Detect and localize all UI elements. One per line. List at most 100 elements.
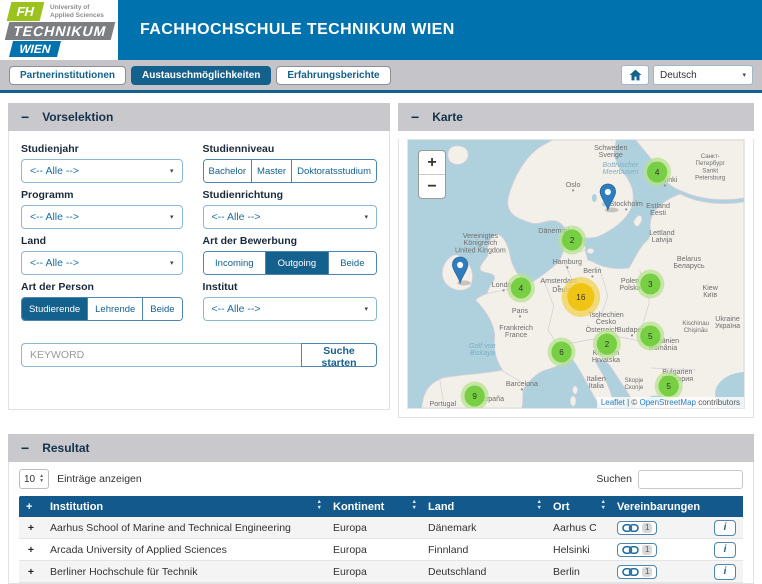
institution-cell: Arcada University of Applied Sciences — [43, 538, 326, 561]
column-label: Institution — [50, 500, 104, 513]
collapse-icon[interactable]: − — [21, 441, 29, 455]
info-button[interactable]: i — [714, 563, 736, 580]
karte-header[interactable]: − Karte — [398, 103, 754, 131]
agreements-count-badge: 1 — [642, 522, 653, 533]
map[interactable]: Schweden Sverige Санкт-Петербург Sankt Peter… — [407, 139, 745, 409]
chevron-down-icon: ▾ — [170, 260, 174, 267]
art_der_person-option[interactable]: Lehrende — [87, 298, 143, 320]
info-button[interactable]: i — [714, 541, 736, 558]
svg-text:16: 16 — [576, 292, 585, 302]
agreements-button[interactable]: 1 — [617, 542, 658, 557]
studienniveau-option[interactable]: Bachelor — [203, 160, 252, 182]
search-start-button[interactable]: Suche starten — [301, 343, 377, 369]
expand-row-button[interactable]: + — [19, 517, 43, 539]
studienniveau-label: Studienniveau — [202, 143, 275, 155]
zoom-out-button[interactable]: − — [419, 175, 445, 198]
map-cluster[interactable]: 5 — [636, 321, 665, 351]
studienniveau-option[interactable]: Doktoratsstudium — [291, 160, 376, 182]
land-cell: Dänemark — [421, 517, 546, 539]
chevron-down-icon: ▾ — [364, 306, 368, 313]
tab-erfahrungsberichte[interactable]: Erfahrungsberichte — [276, 65, 391, 85]
sort-icon[interactable]: ▲ ▼ — [317, 499, 322, 511]
agreements-count-badge: 1 — [642, 544, 653, 555]
map-canvas[interactable]: Schweden Sverige Санкт-Петербург Sankt Peter… — [408, 140, 744, 408]
map-cluster[interactable]: 4 — [643, 157, 672, 187]
keyword-input[interactable] — [21, 343, 301, 367]
nav-tabs: Partnerinstitutionen Austauschmöglichkeit… — [9, 65, 391, 85]
collapse-icon[interactable]: − — [21, 110, 29, 124]
openstreetmap-link[interactable]: OpenStreetMap — [639, 398, 695, 407]
expand-row-button[interactable]: + — [19, 538, 43, 561]
land-label: Land — [21, 235, 47, 247]
page-size-select[interactable]: 10 ▲ ▼ — [19, 469, 50, 489]
sort-icon[interactable]: ▲ ▼ — [412, 499, 417, 511]
map-label: Stockholm — [610, 199, 643, 208]
map-label: Ukraine Україна — [715, 314, 741, 330]
chevron-down-icon: ▾ — [364, 214, 368, 221]
map-city-dot — [572, 189, 575, 192]
svg-text:6: 6 — [559, 347, 564, 357]
column-header-kontinent[interactable]: Kontinent ▲ ▼ — [326, 496, 421, 517]
resultat-title: Resultat — [42, 441, 90, 455]
vorselektion-header[interactable]: − Vorselektion — [8, 103, 390, 131]
map-cluster[interactable]: 16 — [561, 277, 601, 317]
home-icon — [629, 69, 641, 81]
studienniveau-buttons: Bachelor Master Doktoratsstudium — [202, 159, 377, 183]
art_der_bewerbung-option[interactable]: Outgoing — [265, 252, 328, 274]
resultat-header[interactable]: − Resultat — [8, 434, 754, 462]
svg-text:2: 2 — [570, 235, 575, 245]
art_der_bewerbung-option[interactable]: Incoming — [203, 252, 266, 274]
link-icon — [622, 545, 639, 554]
art-der-person-label: Art der Person — [21, 281, 94, 293]
table-row: + Berliner Hochschule für Technik Europa De… — [19, 560, 743, 583]
agreements-button[interactable]: 1 — [617, 520, 658, 535]
column-header-land[interactable]: Land ▲ ▼ — [421, 496, 546, 517]
expand-row-button[interactable]: + — [19, 560, 43, 583]
map-cluster[interactable]: 3 — [636, 269, 665, 299]
studienrichtung-select[interactable]: <-- Alle --> ▾ — [202, 205, 377, 229]
studienjahr-value: <-- Alle --> — [30, 165, 80, 177]
art_der_person-option[interactable]: Beide — [142, 298, 182, 320]
fh-technikum-wien-logo[interactable]: FH University of Applied Sciences TECHNI… — [0, 0, 118, 60]
art-der-bewerbung-buttons: Incoming Outgoing Beide — [202, 251, 377, 275]
tab-austauschmöglichkeiten[interactable]: Austauschmöglichkeiten — [131, 65, 272, 85]
sort-icon[interactable]: ▲ ▼ — [601, 499, 606, 511]
map-attribution: Leaflet | © OpenStreetMap contributors — [596, 397, 744, 408]
art_der_bewerbung-option[interactable]: Beide — [327, 252, 376, 274]
art_der_person-option[interactable]: Studierende — [22, 298, 88, 320]
header-band: FACHHOCHSCHULE TECHNIKUM WIEN — [118, 0, 762, 60]
programm-select[interactable]: <-- Alle --> ▾ — [21, 205, 183, 229]
institut-label: Institut — [202, 281, 238, 293]
page-title: FACHHOCHSCHULE TECHNIKUM WIEN — [140, 21, 455, 38]
table-search-input[interactable] — [638, 469, 743, 489]
home-button[interactable] — [621, 65, 649, 85]
language-select[interactable]: Deutsch ▾ — [653, 65, 753, 85]
info-button[interactable]: i — [714, 519, 736, 536]
app-header: FH University of Applied Sciences TECHNI… — [0, 0, 762, 60]
column-header-ort[interactable]: Ort ▲ ▼ — [546, 496, 610, 517]
map-cluster[interactable]: 4 — [506, 273, 535, 303]
column-header-+: + — [19, 496, 43, 517]
map-cluster[interactable]: 2 — [558, 225, 587, 255]
sort-icon[interactable]: ▲ ▼ — [537, 499, 542, 511]
agreements-button[interactable]: 1 — [617, 564, 658, 579]
studienniveau-option[interactable]: Master — [251, 160, 292, 182]
collapse-icon[interactable]: − — [411, 110, 419, 124]
column-label: Ort — [553, 500, 570, 513]
link-icon — [622, 567, 639, 576]
map-city-dot — [591, 275, 594, 278]
map-label: Oslo — [566, 180, 581, 189]
land-select[interactable]: <-- Alle --> ▾ — [21, 251, 183, 275]
resultat-panel: − Resultat 10 ▲ ▼ Einträge anzeigen Suche… — [8, 434, 754, 584]
art-der-bewerbung-label: Art der Bewerbung — [202, 235, 298, 247]
column-header-institution[interactable]: Institution ▲ ▼ — [43, 496, 326, 517]
leaflet-link[interactable]: Leaflet — [601, 398, 625, 407]
map-cluster[interactable]: 2 — [592, 329, 621, 359]
institut-select[interactable]: <-- Alle --> ▾ — [202, 297, 377, 321]
map-cluster[interactable]: 6 — [547, 337, 576, 367]
chevron-down-icon: ▾ — [170, 168, 174, 175]
zoom-in-button[interactable]: + — [419, 151, 445, 175]
map-label: Hamburg — [553, 257, 582, 266]
tab-partnerinstitutionen[interactable]: Partnerinstitutionen — [9, 65, 127, 85]
studienjahr-select[interactable]: <-- Alle --> ▾ — [21, 159, 183, 183]
